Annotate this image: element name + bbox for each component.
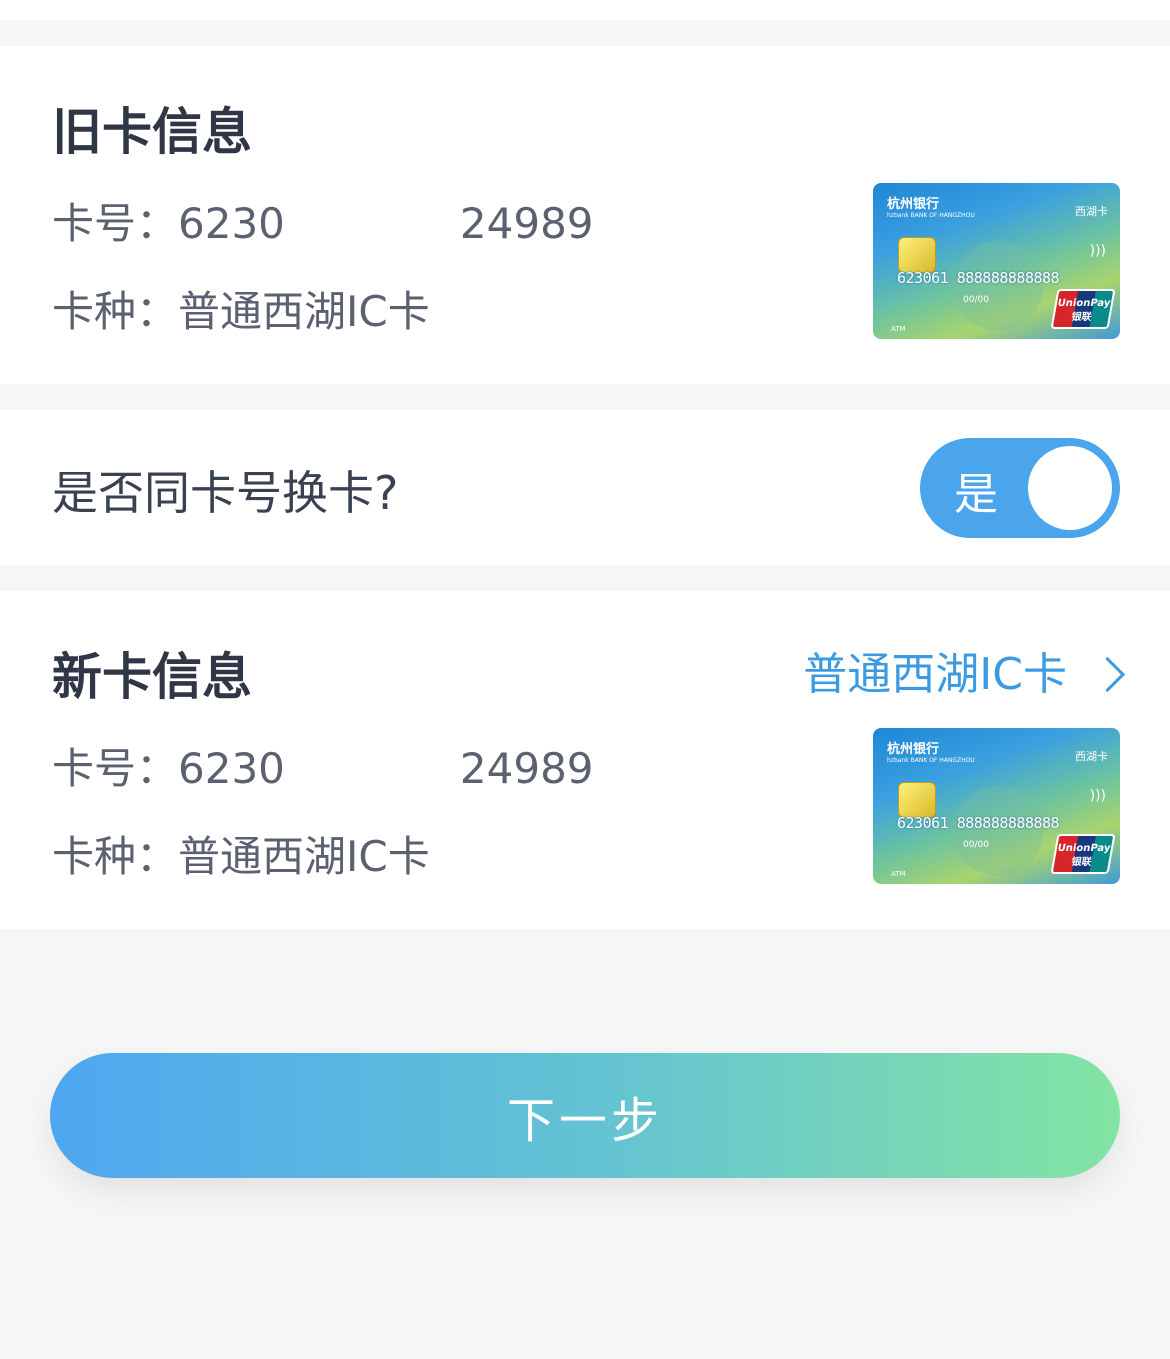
card-number-label: 卡号：: [52, 744, 179, 793]
card-number-prefix: 6230: [178, 744, 285, 793]
old-card-number: 卡号：6230 24989: [52, 190, 594, 251]
next-step-button[interactable]: 下一步: [50, 1053, 1120, 1178]
card-printed-number: 623061 888888888888: [897, 269, 1060, 287]
card-number-suffix: 24989: [459, 199, 594, 248]
card-valid-date: 00/00: [963, 295, 989, 305]
card-product-name: 西湖卡: [1075, 205, 1108, 218]
card-printed-number: 623061 888888888888: [897, 814, 1060, 832]
new-card-type-selector[interactable]: 普通西湖IC卡: [803, 638, 1126, 702]
card-atm-text: ATM: [891, 325, 906, 333]
new-card-type: 卡种：普通西湖IC卡: [52, 823, 430, 884]
new-card-title: 新卡信息: [52, 648, 252, 706]
masked-number: [284, 202, 460, 251]
old-card-title: 旧卡信息: [52, 103, 252, 161]
old-card-type: 卡种：普通西湖IC卡: [52, 278, 430, 339]
new-card-number: 卡号：6230 24989: [52, 735, 594, 796]
contactless-icon: ))): [1089, 243, 1106, 259]
chip-icon: [898, 782, 936, 818]
chip-icon: [898, 237, 936, 273]
same-number-toggle[interactable]: 是: [920, 438, 1120, 538]
card-bank-name: 杭州银行 hzbank BANK OF HANGZHOU: [887, 742, 975, 764]
toggle-label: 是: [954, 469, 998, 520]
card-number-prefix: 6230: [178, 199, 285, 248]
contactless-icon: ))): [1089, 788, 1106, 804]
card-number-suffix: 24989: [459, 744, 594, 793]
same-number-question: 是否同卡号换卡?: [52, 466, 399, 520]
card-valid-date: 00/00: [963, 840, 989, 850]
card-number-label: 卡号：: [52, 199, 179, 248]
masked-number: [284, 747, 460, 796]
card-type-label: 卡种：: [52, 832, 179, 881]
toggle-knob: [1028, 446, 1112, 530]
card-atm-text: ATM: [891, 870, 906, 878]
card-type-label: 卡种：: [52, 287, 179, 336]
top-strip: [0, 0, 1170, 20]
new-card-image: 杭州银行 hzbank BANK OF HANGZHOU 西湖卡 ))) 6230…: [873, 728, 1120, 884]
card-type-value: 普通西湖IC卡: [178, 832, 430, 881]
old-card-image: 杭州银行 hzbank BANK OF HANGZHOU 西湖卡 ))) 6230…: [873, 183, 1120, 339]
card-product-name: 西湖卡: [1075, 750, 1108, 763]
card-bank-name: 杭州银行 hzbank BANK OF HANGZHOU: [887, 197, 975, 219]
unionpay-logo-icon: UnionPay 银联: [1050, 834, 1116, 874]
card-type-value: 普通西湖IC卡: [178, 287, 430, 336]
unionpay-logo-icon: UnionPay 银联: [1050, 289, 1116, 329]
chevron-right-icon: [1089, 656, 1126, 692]
new-card-type-link-label: 普通西湖IC卡: [803, 649, 1067, 700]
